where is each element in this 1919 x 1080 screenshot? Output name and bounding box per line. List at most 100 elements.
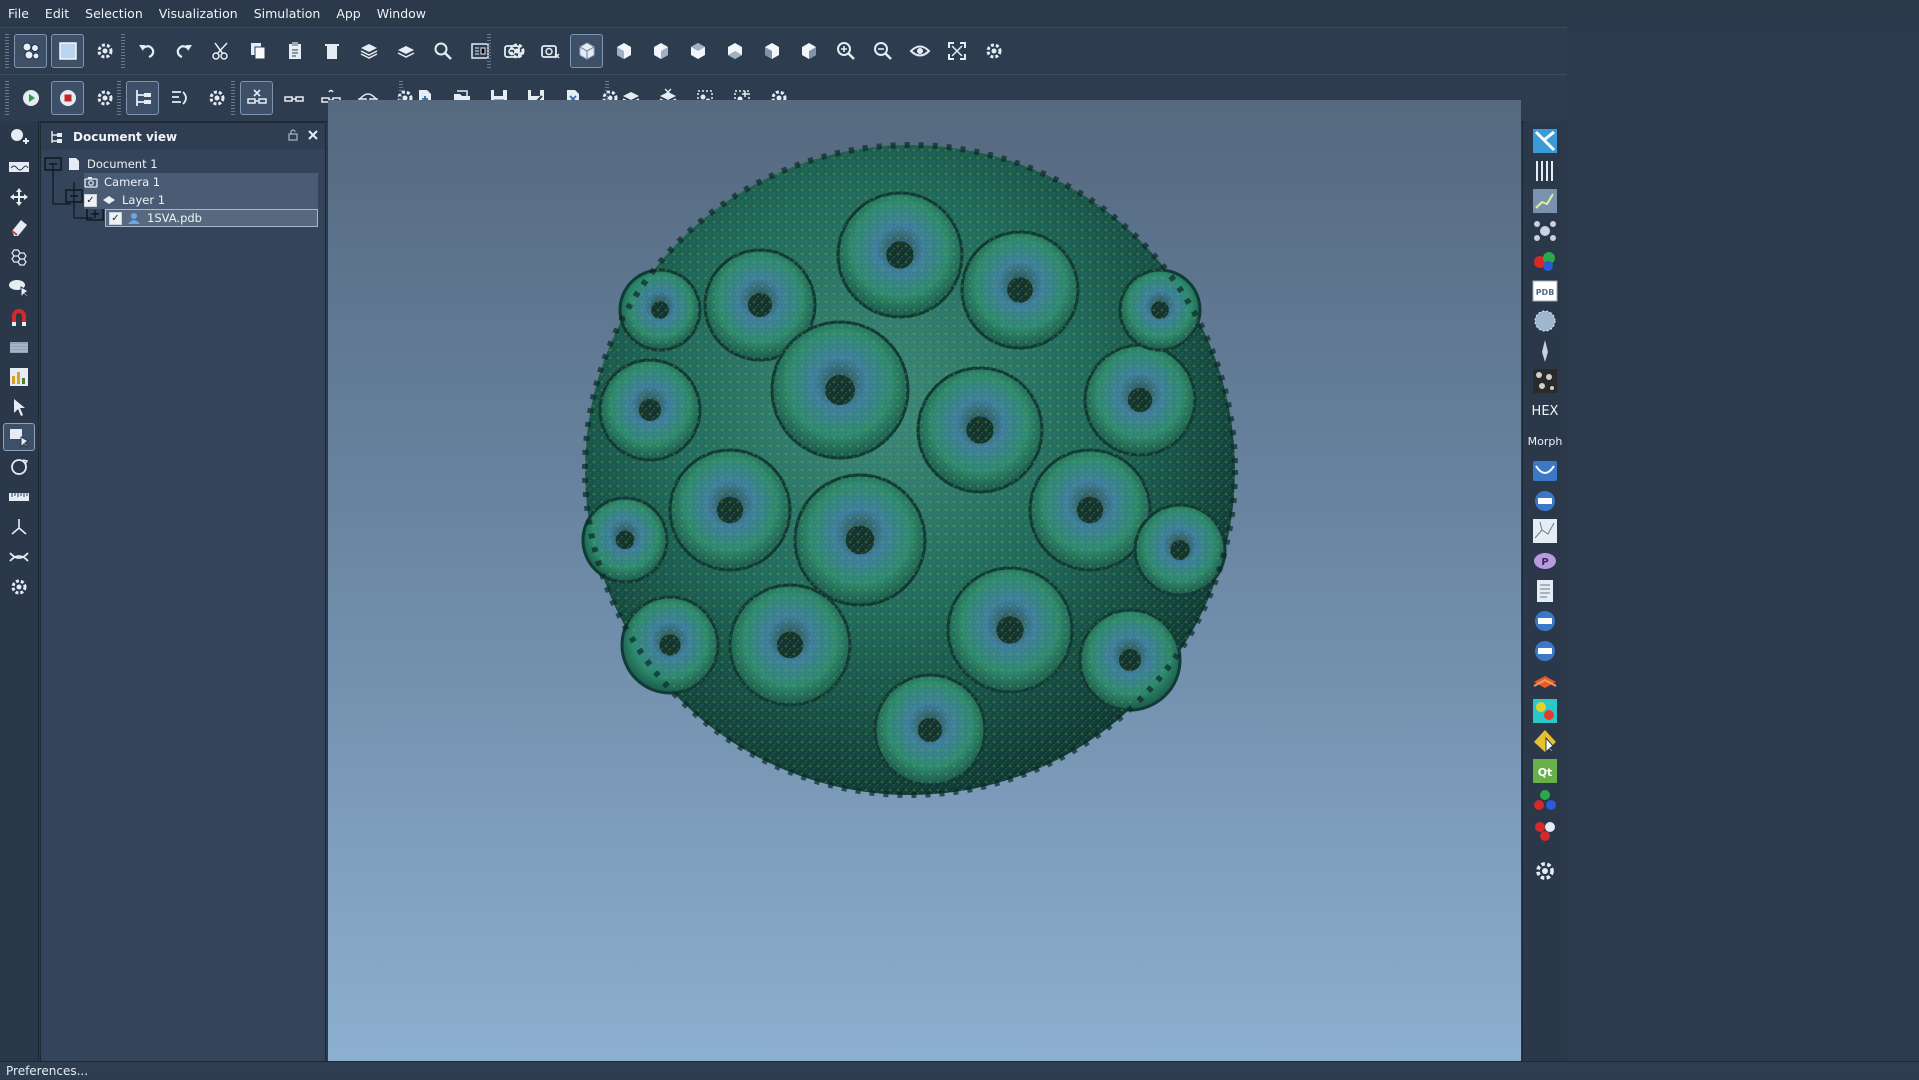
eraser-tool[interactable] bbox=[3, 213, 35, 241]
app-color-button[interactable] bbox=[1527, 247, 1563, 275]
menu-file[interactable]: File bbox=[0, 0, 37, 27]
menu-edit[interactable]: Edit bbox=[37, 0, 77, 27]
menu-visualization[interactable]: Visualization bbox=[151, 0, 246, 27]
zoom-in-icon bbox=[836, 42, 855, 60]
app-heatmap-button[interactable] bbox=[1527, 697, 1563, 725]
app-network-button[interactable] bbox=[1527, 517, 1563, 545]
view-left-button[interactable] bbox=[755, 34, 788, 68]
app-slice-button[interactable] bbox=[1527, 667, 1563, 695]
lock-icon[interactable] bbox=[287, 129, 299, 144]
app-molecule-button[interactable] bbox=[1527, 217, 1563, 245]
fit-view-button[interactable] bbox=[940, 34, 973, 68]
chart-tool[interactable] bbox=[3, 363, 35, 391]
graphene-tool[interactable] bbox=[3, 243, 35, 271]
empty-window-area bbox=[1567, 27, 1919, 1061]
stop-simulation-button[interactable] bbox=[51, 81, 84, 115]
slab-tool[interactable] bbox=[3, 333, 35, 361]
close-icon[interactable] bbox=[307, 129, 319, 144]
texture-icon bbox=[1533, 369, 1557, 393]
atom-mode-button[interactable] bbox=[14, 34, 47, 68]
right-toolbar-settings-button[interactable] bbox=[1527, 857, 1563, 885]
app-ring-button-2[interactable] bbox=[1527, 607, 1563, 635]
app-surface-button[interactable] bbox=[1527, 307, 1563, 335]
zoom-in-button[interactable] bbox=[829, 34, 862, 68]
rotate-tool[interactable] bbox=[3, 453, 35, 481]
mode-settings-button[interactable] bbox=[88, 34, 121, 68]
app-morph-button[interactable]: Morph bbox=[1527, 427, 1563, 455]
dna-tool[interactable] bbox=[3, 543, 35, 571]
app-qt-button[interactable]: Qt bbox=[1527, 757, 1563, 785]
layer-up-button[interactable] bbox=[352, 34, 385, 68]
view-bottom-button[interactable] bbox=[718, 34, 751, 68]
view-perspective-button[interactable] bbox=[570, 34, 603, 68]
play-simulation-button[interactable] bbox=[14, 81, 47, 115]
smiles-tool[interactable] bbox=[3, 153, 35, 181]
view-right-button[interactable] bbox=[792, 34, 825, 68]
knife-icon bbox=[1542, 340, 1548, 362]
undo-button[interactable] bbox=[130, 34, 163, 68]
surface-select-tool[interactable] bbox=[3, 273, 35, 301]
camera-minus-icon bbox=[540, 45, 560, 59]
magnet-tool[interactable] bbox=[3, 303, 35, 331]
redo-button[interactable] bbox=[167, 34, 200, 68]
app-nanotube-button[interactable] bbox=[1527, 157, 1563, 185]
no-stereo-button[interactable] bbox=[240, 81, 273, 115]
app-document-button[interactable] bbox=[1527, 577, 1563, 605]
paste-button[interactable] bbox=[278, 34, 311, 68]
tree-item-document[interactable]: Document 1 bbox=[67, 155, 158, 173]
mode-toolbar bbox=[4, 32, 121, 70]
cube-top-icon bbox=[690, 43, 705, 59]
app-atom-cursor-button[interactable] bbox=[1527, 727, 1563, 755]
layer-down-button[interactable] bbox=[389, 34, 422, 68]
layer-visibility-checkbox[interactable]: ✓ bbox=[84, 193, 97, 207]
app-chain-button[interactable] bbox=[1527, 187, 1563, 215]
app-texture-button[interactable] bbox=[1527, 367, 1563, 395]
tree-item-structure[interactable]: ✓ 1SVA.pdb bbox=[105, 209, 318, 227]
rectangle-select-tool[interactable] bbox=[3, 423, 35, 451]
app-knife-button[interactable] bbox=[1527, 337, 1563, 365]
zoom-out-button[interactable] bbox=[866, 34, 899, 68]
axes-tool[interactable] bbox=[3, 513, 35, 541]
tree-item-camera[interactable]: Camera 1 bbox=[84, 173, 318, 191]
search-button[interactable] bbox=[426, 34, 459, 68]
surface-cursor-icon bbox=[9, 280, 29, 298]
cut-button[interactable] bbox=[204, 34, 237, 68]
menu-window[interactable]: Window bbox=[369, 0, 434, 27]
3d-viewport[interactable] bbox=[328, 100, 1521, 1062]
app-ring-button-3[interactable] bbox=[1527, 637, 1563, 665]
view-top-button[interactable] bbox=[681, 34, 714, 68]
translate-tool[interactable] bbox=[3, 183, 35, 211]
app-protein-button[interactable] bbox=[1527, 457, 1563, 485]
document-view-button[interactable] bbox=[126, 81, 159, 115]
stereo-button[interactable] bbox=[277, 81, 310, 115]
copy-button[interactable] bbox=[241, 34, 274, 68]
menu-selection[interactable]: Selection bbox=[77, 0, 151, 27]
camera-settings-button[interactable] bbox=[977, 34, 1010, 68]
tree-item-layer[interactable]: ✓ Layer 1 bbox=[84, 191, 318, 209]
app-renderer-button[interactable] bbox=[1527, 127, 1563, 155]
history-view-button[interactable] bbox=[163, 81, 196, 115]
window-mode-button[interactable] bbox=[51, 34, 84, 68]
left-toolbar-settings-button[interactable] bbox=[3, 573, 35, 601]
app-balls-button[interactable] bbox=[1527, 817, 1563, 845]
pointer-tool[interactable] bbox=[3, 393, 35, 421]
document-settings-button[interactable] bbox=[200, 81, 233, 115]
visibility-button[interactable] bbox=[903, 34, 936, 68]
app-pdb-button[interactable]: PDB bbox=[1527, 277, 1563, 305]
app-rgb-button[interactable] bbox=[1527, 787, 1563, 815]
camera-remove-button[interactable] bbox=[533, 34, 566, 68]
view-front-button[interactable] bbox=[607, 34, 640, 68]
camera-add-button[interactable] bbox=[496, 34, 529, 68]
app-p-button[interactable]: P bbox=[1527, 547, 1563, 575]
menu-app[interactable]: App bbox=[328, 0, 368, 27]
app-hex-button[interactable]: HEX bbox=[1527, 397, 1563, 425]
app-ring-button-1[interactable] bbox=[1527, 487, 1563, 515]
add-atom-tool[interactable] bbox=[3, 123, 35, 151]
ring-icon bbox=[1535, 491, 1555, 511]
atoms-icon bbox=[22, 42, 39, 60]
delete-button[interactable] bbox=[315, 34, 348, 68]
view-back-button[interactable] bbox=[644, 34, 677, 68]
measure-tool[interactable] bbox=[3, 483, 35, 511]
menu-simulation[interactable]: Simulation bbox=[246, 0, 329, 27]
structure-visibility-checkbox[interactable]: ✓ bbox=[109, 211, 122, 225]
